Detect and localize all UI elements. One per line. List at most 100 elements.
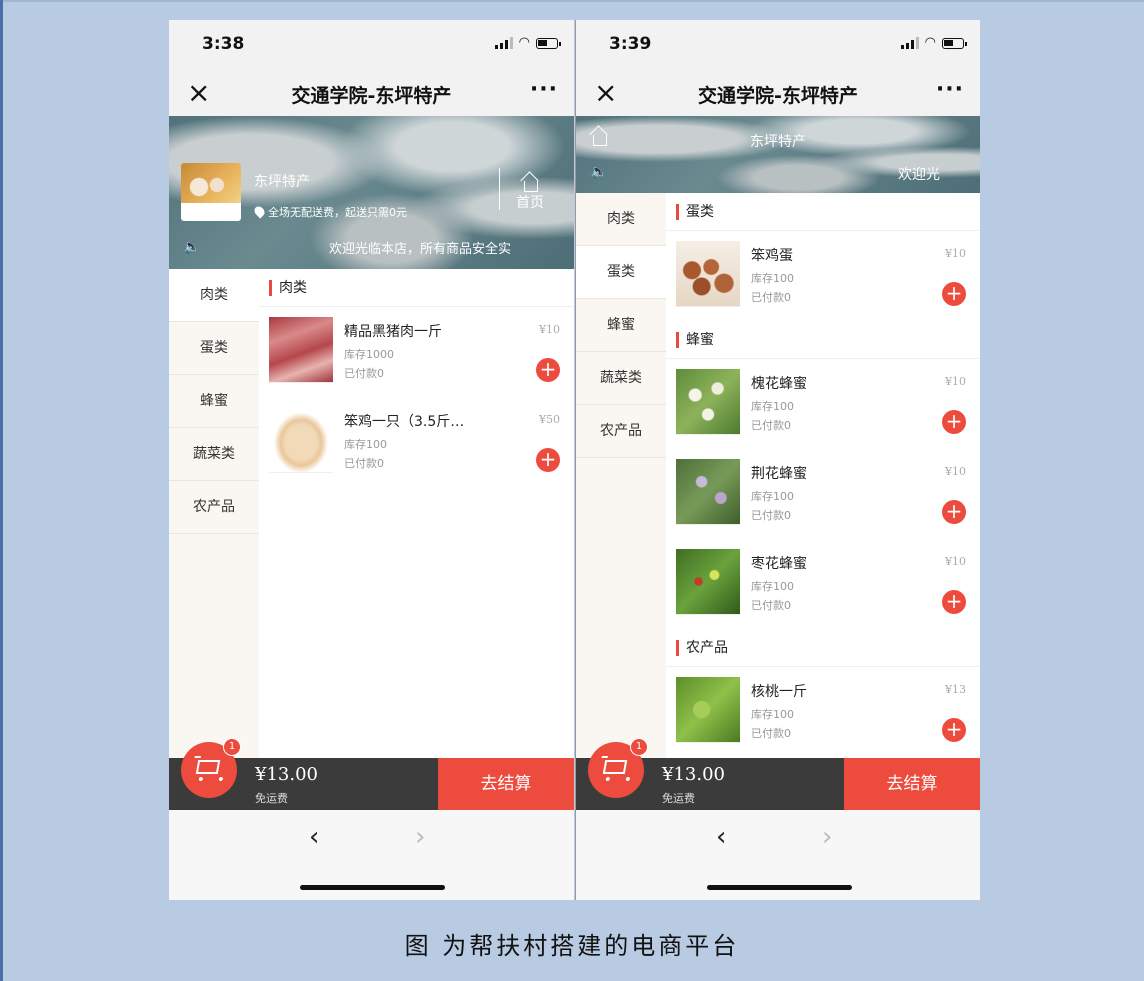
product-price: ¥10 bbox=[945, 247, 966, 260]
product-paid: 已付款0 bbox=[751, 419, 791, 432]
product-price: ¥10 bbox=[945, 375, 966, 388]
sidebar-item-honey[interactable]: 蜂蜜 bbox=[169, 375, 259, 428]
product-stock: 库存100 bbox=[751, 708, 794, 721]
product-paid: 已付款0 bbox=[751, 291, 791, 304]
checkout-button[interactable]: 去结算 bbox=[844, 758, 980, 810]
product-list: 蛋类 笨鸡蛋 ¥10 库存100 已付款0 + 蜂蜜 槐花蜂蜜 ¥10 库存10… bbox=[666, 193, 980, 810]
browser-toolbar: ‹ › bbox=[169, 810, 574, 900]
section-title: 蜂蜜 bbox=[686, 332, 714, 348]
status-bar: 3:39 ◠ bbox=[576, 20, 980, 73]
cart-icon bbox=[602, 760, 628, 774]
product-stock: 库存100 bbox=[751, 400, 794, 413]
cart-bar: 1 ¥13.00 免运费 去结算 bbox=[576, 738, 980, 810]
product-name: 核桃一斤 bbox=[751, 684, 807, 700]
cart-bar: 1 ¥13.00 免运费 去结算 bbox=[169, 738, 574, 810]
cart-count-badge: 1 bbox=[223, 738, 241, 756]
cart-total: ¥13.00 bbox=[662, 764, 725, 785]
page-title: 交通学院-东坪特产 bbox=[698, 85, 858, 107]
product-list: 肉类 精品黑猪肉一斤 ¥10 库存1000 已付款0 + 笨鸡一只（3.5斤… … bbox=[259, 269, 574, 810]
add-to-cart-button[interactable]: + bbox=[536, 358, 560, 382]
product-item[interactable]: 精品黑猪肉一斤 ¥10 库存1000 已付款0 + bbox=[259, 307, 574, 397]
sidebar-item-eggs[interactable]: 蛋类 bbox=[576, 246, 666, 299]
product-paid: 已付款0 bbox=[344, 457, 384, 470]
announcement-marquee: 欢迎光临本店，所有商品安全实 bbox=[329, 242, 512, 257]
more-icon[interactable]: ··· bbox=[530, 77, 558, 102]
forward-arrow-icon[interactable]: › bbox=[415, 822, 425, 852]
pork-image bbox=[269, 317, 333, 383]
product-paid: 已付款0 bbox=[751, 727, 791, 740]
product-stock: 库存100 bbox=[751, 490, 794, 503]
shop-banner: 东坪特产 全场无配送费，起送只需0元 首页 🔈 欢迎光临本店，所有商品安全实 bbox=[169, 116, 574, 269]
top-border bbox=[0, 0, 1144, 2]
flower-image bbox=[676, 459, 740, 525]
add-to-cart-button[interactable]: + bbox=[942, 282, 966, 306]
product-item[interactable]: 笨鸡蛋 ¥10 库存100 已付款0 + bbox=[666, 231, 980, 321]
sidebar-item-meat[interactable]: 肉类 bbox=[169, 269, 259, 322]
add-to-cart-button[interactable]: + bbox=[942, 718, 966, 742]
back-arrow-icon[interactable]: ‹ bbox=[716, 822, 726, 852]
page-title: 交通学院-东坪特产 bbox=[291, 85, 452, 107]
cart-total: ¥13.00 bbox=[255, 764, 318, 785]
product-price: ¥10 bbox=[945, 465, 966, 478]
nav-bar: × 交通学院-东坪特产 ··· bbox=[576, 73, 980, 116]
product-name: 槐花蜂蜜 bbox=[751, 376, 807, 392]
sidebar-item-vegetables[interactable]: 蔬菜类 bbox=[576, 352, 666, 405]
add-to-cart-button[interactable]: + bbox=[942, 500, 966, 524]
shop-banner: 东坪特产 🔈 欢迎光 bbox=[576, 116, 980, 193]
home-button[interactable]: 首页 bbox=[515, 174, 545, 212]
phone-screenshot-right: 3:39 ◠ × 交通学院-东坪特产 ··· 东坪特产 🔈 欢迎光 肉类 蛋类 … bbox=[575, 20, 980, 900]
product-item[interactable]: 核桃一斤 ¥13 库存100 已付款0 + bbox=[666, 667, 980, 757]
shop-logo bbox=[181, 163, 241, 221]
product-price: ¥13 bbox=[945, 683, 966, 696]
cart-button[interactable]: 1 bbox=[588, 738, 648, 798]
shipping-label: 免运费 bbox=[662, 792, 695, 805]
more-icon[interactable]: ··· bbox=[936, 77, 964, 102]
browser-toolbar: ‹ › bbox=[576, 810, 980, 900]
sidebar-item-farm-products[interactable]: 农产品 bbox=[169, 481, 259, 534]
product-stock: 库存100 bbox=[751, 580, 794, 593]
sidebar-item-eggs[interactable]: 蛋类 bbox=[169, 322, 259, 375]
battery-icon bbox=[536, 38, 561, 49]
eggs-image bbox=[676, 241, 740, 307]
shipping-note-text: 全场无配送费，起送只需0元 bbox=[268, 206, 407, 219]
product-item[interactable]: 荆花蜂蜜 ¥10 库存100 已付款0 + bbox=[666, 449, 980, 539]
product-paid: 已付款0 bbox=[751, 509, 791, 522]
eggs-image bbox=[181, 163, 241, 203]
status-time: 3:39 bbox=[609, 34, 652, 54]
section-header-honey: 蜂蜜 bbox=[666, 321, 980, 359]
section-title: 肉类 bbox=[279, 280, 307, 296]
shop-content: 肉类 蛋类 蜂蜜 蔬菜类 农产品 肉类 精品黑猪肉一斤 ¥10 库存1000 已… bbox=[169, 269, 574, 810]
section-header-farm-products: 农产品 bbox=[666, 629, 980, 667]
sidebar-item-vegetables[interactable]: 蔬菜类 bbox=[169, 428, 259, 481]
forward-arrow-icon[interactable]: › bbox=[822, 822, 832, 852]
cart-button[interactable]: 1 bbox=[181, 738, 241, 798]
status-icons: ◠ bbox=[494, 36, 561, 49]
shop-name: 东坪特产 bbox=[750, 134, 806, 150]
product-item[interactable]: 笨鸡一只（3.5斤… ¥50 库存100 已付款0 + bbox=[259, 397, 574, 487]
sidebar-item-meat[interactable]: 肉类 bbox=[576, 193, 666, 246]
product-paid: 已付款0 bbox=[751, 599, 791, 612]
status-bar: 3:38 ◠ bbox=[169, 20, 574, 73]
battery-icon bbox=[942, 38, 967, 49]
product-name: 笨鸡一只（3.5斤… bbox=[344, 414, 465, 430]
category-sidebar: 肉类 蛋类 蜂蜜 蔬菜类 农产品 bbox=[576, 193, 666, 810]
product-item[interactable]: 枣花蜂蜜 ¥10 库存100 已付款0 + bbox=[666, 539, 980, 629]
product-item[interactable]: 槐花蜂蜜 ¥10 库存100 已付款0 + bbox=[666, 359, 980, 449]
home-indicator[interactable] bbox=[707, 885, 852, 890]
shipping-label: 免运费 bbox=[255, 792, 288, 805]
section-title: 蛋类 bbox=[686, 204, 714, 220]
location-pin-icon bbox=[252, 204, 267, 219]
add-to-cart-button[interactable]: + bbox=[942, 590, 966, 614]
add-to-cart-button[interactable]: + bbox=[942, 410, 966, 434]
sidebar-item-farm-products[interactable]: 农产品 bbox=[576, 405, 666, 458]
home-indicator[interactable] bbox=[300, 885, 445, 890]
left-border bbox=[0, 0, 3, 981]
home-label: 首页 bbox=[516, 195, 544, 211]
checkout-button[interactable]: 去结算 bbox=[438, 758, 574, 810]
sidebar-item-honey[interactable]: 蜂蜜 bbox=[576, 299, 666, 352]
cart-count-badge: 1 bbox=[630, 738, 648, 756]
product-price: ¥10 bbox=[945, 555, 966, 568]
announcement-marquee: 欢迎光 bbox=[898, 167, 940, 183]
back-arrow-icon[interactable]: ‹ bbox=[309, 822, 319, 852]
add-to-cart-button[interactable]: + bbox=[536, 448, 560, 472]
